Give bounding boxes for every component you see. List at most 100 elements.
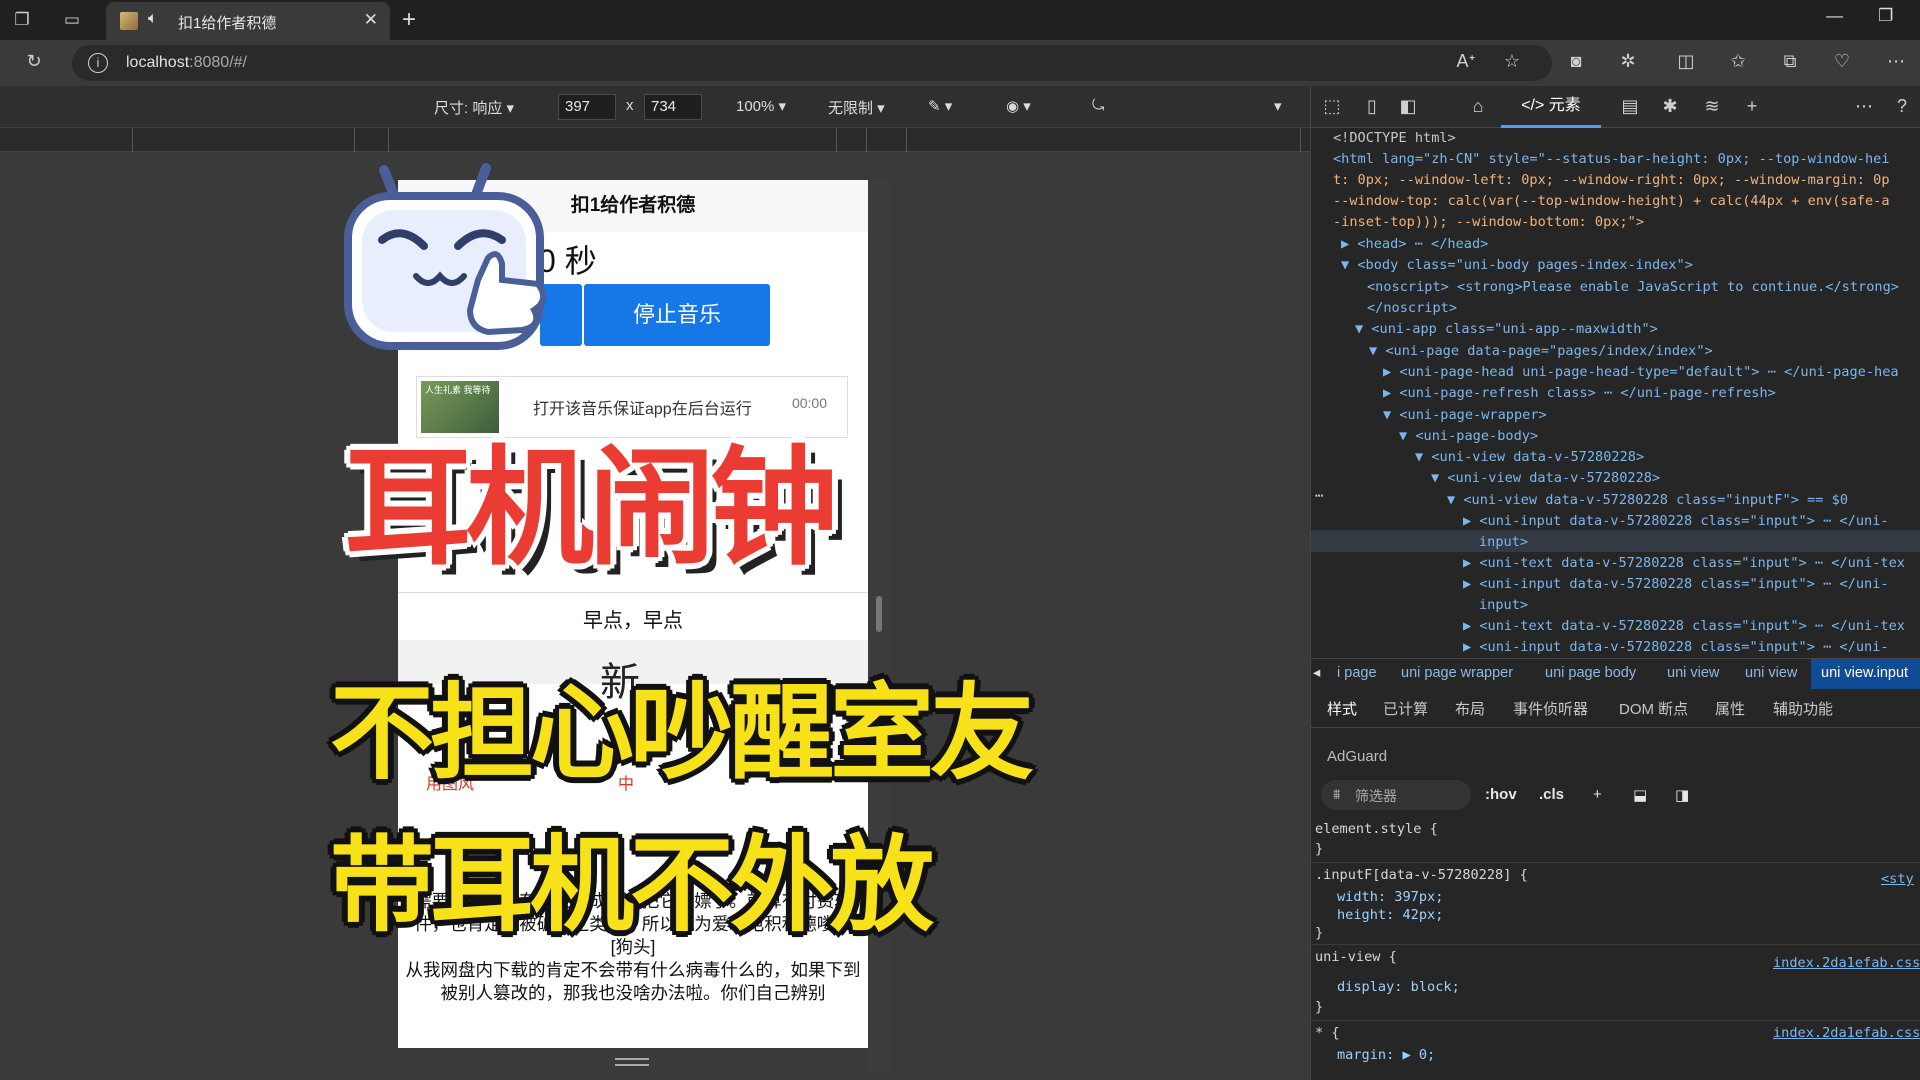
favorite-star-icon[interactable]: ☆ bbox=[1500, 51, 1524, 72]
dom-line[interactable]: ▶ <uni-text data-v-57280228 class="input… bbox=[1463, 616, 1905, 637]
css-rule-selector[interactable]: .inputF[data-v-57280228] { bbox=[1315, 866, 1528, 885]
dom-line[interactable]: ▼ <uni-view data-v-57280228> bbox=[1431, 468, 1660, 489]
more-tools-plus-icon[interactable]: + bbox=[1739, 96, 1765, 117]
cls-button[interactable]: .cls bbox=[1539, 786, 1564, 803]
css-source-link[interactable]: index.2da1efab.css bbox=[1773, 954, 1920, 973]
site-info-icon[interactable]: i bbox=[88, 53, 108, 73]
extensions-puzzle-icon[interactable]: ✲ bbox=[1616, 51, 1640, 72]
eyedropper-icon[interactable]: ✎ ▾ bbox=[928, 97, 952, 115]
dom-tree[interactable]: <!DOCTYPE html> <html lang="zh-CN" style… bbox=[1311, 128, 1920, 658]
css-property[interactable]: margin: ▶ 0; bbox=[1337, 1046, 1435, 1065]
tab-accessibility[interactable]: 辅助功能 bbox=[1773, 698, 1833, 719]
breadcrumb-item[interactable]: uni page wrapper bbox=[1401, 665, 1513, 681]
rotate-icon[interactable]: ⤿ bbox=[1092, 97, 1105, 114]
favorites-icon[interactable]: ✩ bbox=[1726, 51, 1750, 72]
extension-face-icon[interactable]: ◙ bbox=[1564, 51, 1588, 72]
collections-icon[interactable]: ⧉ bbox=[1778, 51, 1802, 72]
dom-line[interactable]: ▼ <uni-page-body> bbox=[1399, 426, 1538, 447]
vision-emulation-icon[interactable]: ◉ ▾ bbox=[1006, 97, 1031, 115]
throttle-dropdown[interactable]: 无限制 ▾ bbox=[828, 97, 885, 118]
dom-line[interactable]: ▶ <head> ⋯ </head> bbox=[1341, 234, 1488, 255]
welcome-home-icon[interactable]: ⌂ bbox=[1465, 96, 1491, 117]
css-property[interactable]: width: 397px; bbox=[1337, 888, 1443, 907]
breadcrumb-item-current[interactable]: uni view.input bbox=[1821, 665, 1908, 681]
stop-music-button[interactable]: 停止音乐 bbox=[584, 284, 770, 346]
tab-properties[interactable]: 属性 bbox=[1715, 698, 1745, 719]
dom-line[interactable]: ▶ <uni-text data-v-57280228 class="input… bbox=[1463, 553, 1905, 574]
device-size-dropdown[interactable]: 尺寸: 响应 ▾ bbox=[434, 97, 514, 118]
dom-line-selected[interactable]: ▼ <uni-view data-v-57280228 class="input… bbox=[1447, 490, 1848, 511]
dom-line[interactable]: ▶ <uni-page-refresh class> ⋯ </uni-page-… bbox=[1383, 383, 1776, 404]
dom-line[interactable]: ▶ <uni-input data-v-57280228 class="inpu… bbox=[1463, 574, 1889, 595]
speaker-icon[interactable]: 🔈︎ bbox=[148, 10, 158, 28]
dom-line[interactable]: ▼ <uni-app class="uni-app--maxwidth"> bbox=[1355, 319, 1658, 340]
tab-computed[interactable]: 已计算 bbox=[1383, 698, 1428, 719]
dom-selected-row[interactable] bbox=[1311, 530, 1920, 552]
dom-line[interactable]: ▶ <uni-input data-v-57280228 class="inpu… bbox=[1463, 637, 1889, 658]
dom-line[interactable]: <html lang="zh-CN" style="--status-bar-h… bbox=[1333, 149, 1890, 170]
dom-line[interactable]: ▼ <uni-view data-v-57280228> bbox=[1415, 447, 1644, 468]
dom-line[interactable]: <noscript> <strong>Please enable JavaScr… bbox=[1367, 277, 1899, 298]
mascot-sticker bbox=[344, 163, 547, 350]
tab-elements[interactable]: </> 元素 bbox=[1501, 86, 1601, 128]
zoom-dropdown[interactable]: 100% ▾ bbox=[736, 97, 786, 115]
device-toolbar: 尺寸: 响应 ▾ 397 x 734 100% ▾ 无限制 ▾ ✎ ▾ ◉ ▾ … bbox=[0, 86, 1310, 128]
device-width-input[interactable]: 397 bbox=[558, 94, 616, 120]
css-rule-selector[interactable]: uni-view { bbox=[1315, 948, 1397, 967]
breadcrumb-item[interactable]: uni view bbox=[1667, 665, 1719, 681]
computed-sidebar-icon[interactable]: ◨ bbox=[1675, 786, 1689, 804]
dom-line[interactable]: ▼ <uni-page-wrapper> bbox=[1383, 405, 1547, 426]
styles-filter-input[interactable]: ⩩ 筛选器 bbox=[1321, 780, 1471, 810]
help-icon[interactable]: ? bbox=[1889, 96, 1915, 117]
dom-line[interactable]: ▶ <uni-input data-v-57280228 class="inpu… bbox=[1463, 511, 1889, 532]
tab-close-icon[interactable]: ✕ bbox=[364, 10, 378, 30]
breadcrumb-item[interactable]: uni page body bbox=[1545, 665, 1636, 681]
minimize-icon[interactable]: — bbox=[1826, 6, 1843, 26]
new-tab-plus-icon[interactable]: + bbox=[402, 6, 416, 34]
tab-event-listeners[interactable]: 事件侦听器 bbox=[1513, 698, 1588, 719]
new-rule-plus-icon[interactable]: + bbox=[1593, 786, 1602, 803]
network-wifi-icon[interactable]: ≋ bbox=[1699, 96, 1725, 117]
breadcrumb-item[interactable]: uni view bbox=[1745, 665, 1797, 681]
dom-line[interactable]: ▼ <uni-page data-page="pages/index/index… bbox=[1369, 341, 1713, 362]
bottom-resize-handle[interactable] bbox=[615, 1058, 649, 1066]
breadcrumb-item[interactable]: i page bbox=[1337, 665, 1377, 681]
device-height-input[interactable]: 734 bbox=[644, 94, 702, 120]
console-icon[interactable]: ▤ bbox=[1617, 96, 1643, 117]
debugger-bug-icon[interactable]: ✱ bbox=[1657, 96, 1683, 117]
element-state-icon[interactable]: ⬓ bbox=[1633, 786, 1647, 804]
workspaces-icon[interactable]: ❐ bbox=[10, 8, 34, 32]
device-more-icon[interactable]: ▾ bbox=[1274, 97, 1282, 115]
dom-line[interactable]: ▶ <uni-page-head uni-page-head-type="def… bbox=[1383, 362, 1899, 383]
address-input[interactable]: i localhost:8080/#/ bbox=[72, 45, 1552, 81]
css-property[interactable]: height: 42px; bbox=[1337, 906, 1443, 925]
css-property[interactable]: display: block; bbox=[1337, 978, 1460, 997]
media-query-ruler bbox=[0, 128, 1310, 152]
inspect-icon[interactable]: ⬚ bbox=[1319, 96, 1345, 117]
hov-button[interactable]: :hov bbox=[1485, 786, 1517, 803]
tab-layout[interactable]: 布局 bbox=[1455, 698, 1485, 719]
performance-icon[interactable]: ♡ bbox=[1830, 51, 1854, 72]
refresh-icon[interactable]: ↻ bbox=[22, 51, 46, 72]
css-source-link[interactable]: <sty bbox=[1881, 870, 1914, 889]
restore-icon[interactable]: ❐ bbox=[1878, 6, 1893, 26]
tab-actions-icon[interactable]: ▭ bbox=[60, 8, 84, 32]
tab-dom-breakpoints[interactable]: DOM 断点 bbox=[1619, 698, 1688, 719]
breadcrumb-scroll-left-icon[interactable]: ◂ bbox=[1313, 665, 1320, 681]
dom-ellipsis-icon[interactable]: ⋯ bbox=[1315, 486, 1323, 507]
devtools-more-icon[interactable]: ⋯ bbox=[1851, 96, 1877, 117]
tab-styles[interactable]: 样式 bbox=[1327, 698, 1357, 719]
css-source-link[interactable]: index.2da1efab.css bbox=[1773, 1024, 1920, 1043]
browser-tab[interactable]: 🔈︎ 扣1给作者积德 ✕ bbox=[106, 2, 390, 40]
more-menu-icon[interactable]: ⋯ bbox=[1884, 51, 1908, 72]
css-rule-selector[interactable]: element.style { bbox=[1315, 820, 1438, 839]
overlay-subtitle-1: 不担心吵醒室友 bbox=[330, 672, 1034, 794]
read-aloud-icon[interactable]: Aᐩ bbox=[1454, 51, 1478, 72]
dock-icon[interactable]: ◧ bbox=[1395, 96, 1421, 117]
device-toggle-icon[interactable]: ▯ bbox=[1359, 96, 1385, 117]
dom-line[interactable]: ▼ <body class="uni-body pages-index-inde… bbox=[1341, 255, 1693, 276]
split-screen-icon[interactable]: ◫ bbox=[1674, 51, 1698, 72]
viewport-resize-handle[interactable] bbox=[876, 596, 882, 632]
dom-line[interactable]: <!DOCTYPE html> bbox=[1333, 128, 1456, 149]
css-rule-selector[interactable]: * { bbox=[1315, 1024, 1340, 1043]
